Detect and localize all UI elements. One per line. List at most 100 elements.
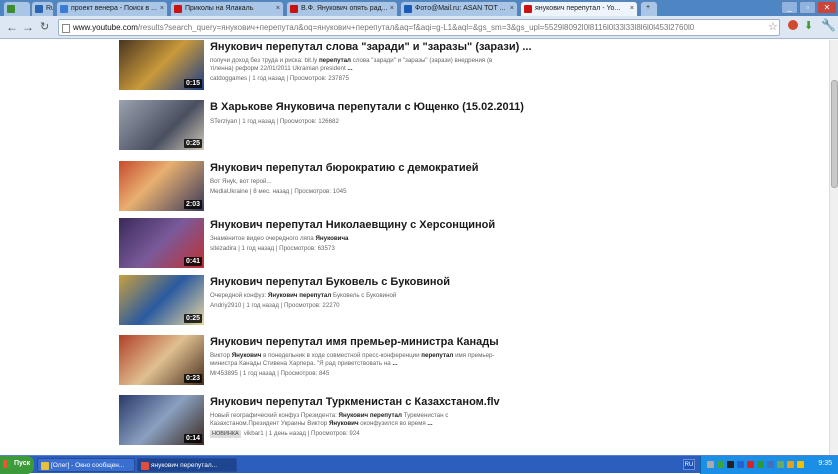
video-thumbnail[interactable]: 0:14 bbox=[119, 395, 204, 445]
close-tab-icon[interactable]: × bbox=[276, 5, 280, 12]
clock: 9:35 bbox=[818, 460, 832, 467]
video-thumbnail[interactable]: 2:03 bbox=[119, 161, 204, 211]
app-icon bbox=[141, 462, 149, 470]
video-description: Очередной конфуз: Янукович перепутал Бук… bbox=[210, 292, 397, 299]
video-thumbnail[interactable]: 0:23 bbox=[119, 335, 204, 385]
tab-label: янукович перепутал - Yo... bbox=[535, 5, 621, 12]
page-icon bbox=[62, 24, 70, 33]
tray-app-icon[interactable] bbox=[797, 461, 804, 468]
meta-text: sitezadira | 1 год назад | Просмотров: 6… bbox=[210, 245, 335, 252]
video-title-link[interactable]: В Харькове Януковича перепутали с Ющенко… bbox=[210, 101, 524, 113]
scrollbar-thumb[interactable] bbox=[831, 80, 838, 188]
wrench-icon[interactable]: 🔧 bbox=[821, 18, 836, 32]
tray-app-icon[interactable] bbox=[727, 461, 734, 468]
youtube-icon bbox=[174, 5, 182, 13]
tray-app-icon[interactable] bbox=[737, 461, 744, 468]
video-duration: 0:15 bbox=[183, 79, 202, 88]
tray-app-icon[interactable] bbox=[747, 461, 754, 468]
video-description: получи доход без труда и риска: bit.ly п… bbox=[210, 57, 493, 72]
result-item[interactable]: 0:25 В Харькове Януковича перепутали с Ющ… bbox=[119, 100, 819, 157]
address-bar[interactable]: www.youtube.com/results?search_query=яну… bbox=[58, 19, 780, 36]
close-tab-icon[interactable]: × bbox=[630, 5, 634, 12]
video-meta: НОВИНКА vikbar1 | 1 день назад | Просмотр… bbox=[210, 430, 360, 438]
browser-tab[interactable]: проект венера - Поиск в ... × bbox=[56, 1, 168, 16]
video-thumbnail[interactable]: 0:25 bbox=[119, 100, 204, 150]
result-item[interactable]: 0:14 Янукович перепутал Туркменистан с Ка… bbox=[119, 395, 819, 452]
browser-tab[interactable] bbox=[3, 1, 31, 16]
start-button[interactable]: Пуск bbox=[0, 456, 34, 474]
new-tab-button[interactable]: + bbox=[640, 1, 658, 16]
close-tab-icon[interactable]: × bbox=[510, 5, 514, 12]
youtube-icon bbox=[290, 5, 298, 13]
meta-text: vikbar1 | 1 день назад | Просмотров: 924 bbox=[243, 430, 360, 437]
back-icon[interactable]: ← bbox=[6, 20, 18, 34]
ru-icon bbox=[35, 5, 43, 13]
meta-text: Andriy2910 | 1 год назад | Просмотров: 2… bbox=[210, 302, 340, 309]
bookmark-star-icon[interactable]: ☆ bbox=[768, 20, 778, 33]
youtube-icon bbox=[524, 5, 532, 13]
search-icon bbox=[60, 5, 68, 13]
video-title-link[interactable]: Янукович перепутал бюрократию с демократ… bbox=[210, 162, 479, 174]
result-item[interactable]: 0:25 Янукович перепутал Буковель с Букови… bbox=[119, 275, 819, 332]
page-scrollbar[interactable] bbox=[829, 40, 838, 455]
os-taskbar: Пуск [Олег] - Окно сообщен... янукович пе… bbox=[0, 455, 838, 474]
video-thumbnail[interactable]: 0:41 bbox=[119, 218, 204, 268]
browser-tab[interactable]: Фото@Mail.ru: АSАN ТОТ ... × bbox=[400, 1, 518, 16]
video-title-link[interactable]: Янукович перепутал Туркменистан с Казахс… bbox=[210, 396, 500, 408]
tray-app-icon[interactable] bbox=[757, 461, 764, 468]
close-tab-icon[interactable]: × bbox=[390, 5, 394, 12]
browser-tab[interactable]: Ru bbox=[31, 1, 54, 16]
video-duration: 0:41 bbox=[183, 257, 202, 266]
meta-text: STerziyan | 1 год назад | Просмотров: 12… bbox=[210, 118, 339, 125]
video-thumbnail[interactable]: 0:25 bbox=[119, 275, 204, 325]
minimize-button[interactable]: _ bbox=[781, 1, 798, 14]
video-meta: STerziyan | 1 год назад | Просмотров: 12… bbox=[210, 118, 339, 125]
result-item[interactable]: 0:15 Янукович перепутал слова "заради" и … bbox=[119, 40, 819, 97]
language-indicator[interactable]: RU bbox=[683, 459, 695, 470]
tab-label: Фото@Mail.ru: АSАN ТОТ ... bbox=[415, 5, 506, 12]
video-description: Новый географический конфуз Президента: … bbox=[210, 412, 449, 427]
tab-label: В.Ф. Янукович опять рад... bbox=[301, 5, 388, 12]
forward-icon[interactable]: → bbox=[22, 20, 34, 34]
video-description: Вот Януk, вот герой... bbox=[210, 178, 272, 185]
taskbar-window-button[interactable]: [Олег] - Окно сообщен... bbox=[37, 458, 135, 472]
tray-app-icon[interactable] bbox=[767, 461, 774, 468]
tray-arrow-icon[interactable] bbox=[707, 461, 714, 468]
app-icon bbox=[41, 462, 49, 470]
tab-label: проект венера - Поиск в ... bbox=[71, 5, 157, 12]
video-description: Виктор Янукович в понедельник в ходе сов… bbox=[210, 352, 495, 367]
video-duration: 0:23 bbox=[183, 374, 202, 383]
meta-text: Mr453895 | 1 год назад | Просмотров: 845 bbox=[210, 370, 330, 377]
tray-app-icon[interactable] bbox=[717, 461, 724, 468]
result-item[interactable]: 0:23 Янукович перепутал имя премьер-минис… bbox=[119, 335, 819, 392]
maximize-button[interactable]: ▫ bbox=[799, 1, 816, 14]
close-window-button[interactable]: ✕ bbox=[817, 1, 837, 14]
chrome-apps-icon bbox=[7, 5, 15, 13]
task-label: [Олег] - Окно сообщен... bbox=[51, 462, 125, 469]
result-item[interactable]: 2:03 Янукович перепутал бюрократию с демо… bbox=[119, 161, 819, 218]
browser-tab[interactable]: янукович перепутал - Yo... × bbox=[520, 1, 638, 16]
windows-logo-icon bbox=[3, 460, 11, 468]
extension-icon[interactable] bbox=[788, 20, 798, 30]
browser-tab[interactable]: Приколы на Ялакаль × bbox=[170, 1, 284, 16]
tray-app-icon[interactable] bbox=[787, 461, 794, 468]
download-icon[interactable]: ⬇ bbox=[804, 19, 813, 32]
video-title-link[interactable]: Янукович перепутал имя премьер-министра … bbox=[210, 336, 499, 348]
video-title-link[interactable]: Янукович перепутал Николаевщину с Херсон… bbox=[210, 219, 495, 231]
meta-text: MediaUkraine | 8 мес. назад | Просмотров… bbox=[210, 188, 347, 195]
video-meta: Mr453895 | 1 год назад | Просмотров: 845 bbox=[210, 370, 329, 377]
video-duration: 0:14 bbox=[183, 434, 202, 443]
video-meta: sitezadira | 1 год назад | Просмотров: 6… bbox=[210, 245, 335, 252]
video-title-link[interactable]: Янукович перепутал Буковель с Буковиной bbox=[210, 276, 450, 288]
video-title-link[interactable]: Янукович перепутал слова "заради" и "зар… bbox=[210, 41, 532, 53]
tray-app-icon[interactable] bbox=[777, 461, 784, 468]
video-thumbnail[interactable]: 0:15 bbox=[119, 40, 204, 90]
close-tab-icon[interactable]: × bbox=[160, 5, 164, 12]
reload-icon[interactable]: ↻ bbox=[40, 20, 49, 33]
taskbar-window-button[interactable]: янукович перепутал... bbox=[137, 458, 237, 472]
result-item[interactable]: 0:41 Янукович перепутал Николаевщину с Хе… bbox=[119, 218, 819, 275]
browser-tab[interactable]: В.Ф. Янукович опять рад... × bbox=[286, 1, 398, 16]
new-badge: НОВИНКА bbox=[210, 430, 241, 438]
task-label: янукович перепутал... bbox=[151, 462, 218, 469]
url-path: /results?search_query=янукович+перепутал… bbox=[137, 23, 695, 32]
